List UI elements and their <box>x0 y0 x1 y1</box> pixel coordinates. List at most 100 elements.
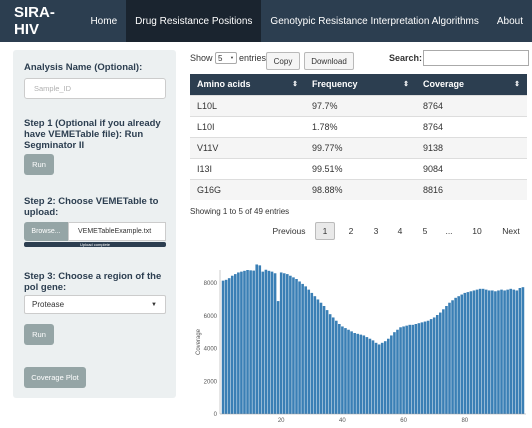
pagination-page[interactable]: 5 <box>416 222 434 240</box>
chart-bar <box>230 275 234 414</box>
x-tick-label: 40 <box>339 418 346 424</box>
table-info: Showing 1 to 5 of 49 entries <box>190 207 290 216</box>
chart-bar <box>402 326 405 414</box>
pagination-page[interactable]: 10 <box>467 222 487 240</box>
chart-bar <box>518 288 522 414</box>
cell-amino-acid: V11V <box>190 136 305 158</box>
pagination-page[interactable]: 1 <box>315 222 335 240</box>
col-amino-acids[interactable]: Amino acids ⇕ <box>190 74 305 95</box>
cell-coverage: 8816 <box>416 178 527 200</box>
pagination-next[interactable]: Next <box>497 222 525 240</box>
chart-bar <box>252 270 255 414</box>
y-tick-label: 6000 <box>204 314 218 320</box>
chart-bar <box>240 271 243 414</box>
copy-button[interactable]: Copy <box>266 52 300 70</box>
chart-bar <box>273 273 277 414</box>
col-frequency[interactable]: Frequency ⇕ <box>305 74 416 95</box>
chart-bar <box>509 288 513 414</box>
chart-bar <box>325 310 329 414</box>
cell-frequency: 98.88% <box>305 178 416 200</box>
chart-bar <box>261 271 265 414</box>
chart-bar <box>500 289 503 414</box>
table-row: L10I 1.78% 8764 <box>190 115 527 137</box>
nav-drug-resistance-positions[interactable]: Drug Resistance Positions <box>126 0 262 42</box>
chart-bar <box>264 269 268 414</box>
run-button[interactable]: Run <box>24 324 54 345</box>
chart-bar <box>270 271 274 414</box>
chart-bar <box>506 289 509 414</box>
chart-bar <box>368 338 372 414</box>
browse-button[interactable]: Browse... <box>24 222 68 241</box>
entries-select[interactable]: 5 ▼ <box>215 52 237 64</box>
chart-bar <box>481 288 485 414</box>
chart-bar <box>295 279 298 414</box>
chart-bar <box>224 279 228 414</box>
analysis-name-input[interactable]: Sample_ID <box>24 78 166 99</box>
analysis-name-label: Analysis Name (Optional): <box>24 62 143 73</box>
pagination-previous[interactable]: Previous <box>268 222 310 240</box>
chart-bar <box>472 290 476 414</box>
x-tick-label: 60 <box>400 418 407 424</box>
pagination-page[interactable]: 4 <box>391 222 409 240</box>
show-label: Show <box>190 53 213 63</box>
chart-bar <box>454 297 457 414</box>
chart-bar <box>393 332 396 414</box>
chart-bar <box>429 319 433 414</box>
search-input[interactable] <box>423 50 529 66</box>
chart-bar <box>451 300 454 414</box>
chart-bar <box>383 341 387 414</box>
chart-bar <box>233 274 237 414</box>
chart-bar <box>463 292 467 414</box>
chart-bar <box>243 270 246 414</box>
chart-bar <box>359 334 363 414</box>
chart-bar <box>399 327 402 414</box>
segminator-run-button[interactable]: Run <box>24 154 54 175</box>
chart-bar <box>439 312 442 414</box>
chart-bar <box>475 289 479 414</box>
chart-bar <box>417 323 421 414</box>
cell-frequency: 99.51% <box>305 157 416 179</box>
region-select-value: Protease <box>32 300 65 309</box>
coverage-plot-button[interactable]: Coverage Plot <box>24 367 86 388</box>
chart-bar <box>282 273 286 414</box>
upload-status: Upload complete <box>79 242 111 247</box>
chart-bar <box>515 290 519 414</box>
chart-bar <box>512 289 516 414</box>
region-select[interactable]: Protease ▼ <box>24 295 166 314</box>
chart-bar <box>350 331 353 414</box>
table-row: I13I 99.51% 9084 <box>190 157 527 179</box>
chart-bar <box>408 324 412 414</box>
chart-bar <box>237 272 240 414</box>
chart-bar <box>432 317 436 414</box>
chart-bar <box>448 302 451 414</box>
y-tick-label: 8000 <box>204 281 218 287</box>
chart-bar <box>460 294 464 414</box>
col-coverage[interactable]: Coverage ⇕ <box>416 74 527 95</box>
cell-amino-acid: G16G <box>190 178 305 200</box>
brand-logo[interactable]: SIRA-HIV <box>0 4 81 38</box>
cell-amino-acid: I13I <box>190 157 305 179</box>
pagination-page[interactable]: 3 <box>367 222 385 240</box>
chart-bar <box>380 342 384 414</box>
file-name-field[interactable]: VEMETableExample.txt <box>68 222 166 241</box>
chart-bar <box>316 299 320 414</box>
cell-amino-acid: L10I <box>190 115 305 137</box>
chart-bar <box>396 329 399 414</box>
y-axis-label: Coverage <box>196 328 202 355</box>
chart-bar <box>414 324 418 414</box>
chart-bar <box>420 322 424 414</box>
upload-progress-bar: Upload complete <box>24 242 166 247</box>
nav-home[interactable]: Home <box>81 0 126 42</box>
chart-bar <box>246 270 249 414</box>
download-button[interactable]: Download <box>304 52 354 70</box>
chart-bar <box>435 315 439 414</box>
nav-algorithms[interactable]: Genotypic Resistance Interpretation Algo… <box>261 0 487 42</box>
chart-bar <box>390 335 393 414</box>
chart-bar <box>322 306 326 414</box>
chart-bar <box>276 301 280 414</box>
pagination-page[interactable]: 2 <box>342 222 360 240</box>
cell-coverage: 8764 <box>416 94 527 116</box>
nav-about[interactable]: About <box>488 0 532 42</box>
chart-bar <box>503 290 506 414</box>
chart-bar <box>227 278 231 414</box>
